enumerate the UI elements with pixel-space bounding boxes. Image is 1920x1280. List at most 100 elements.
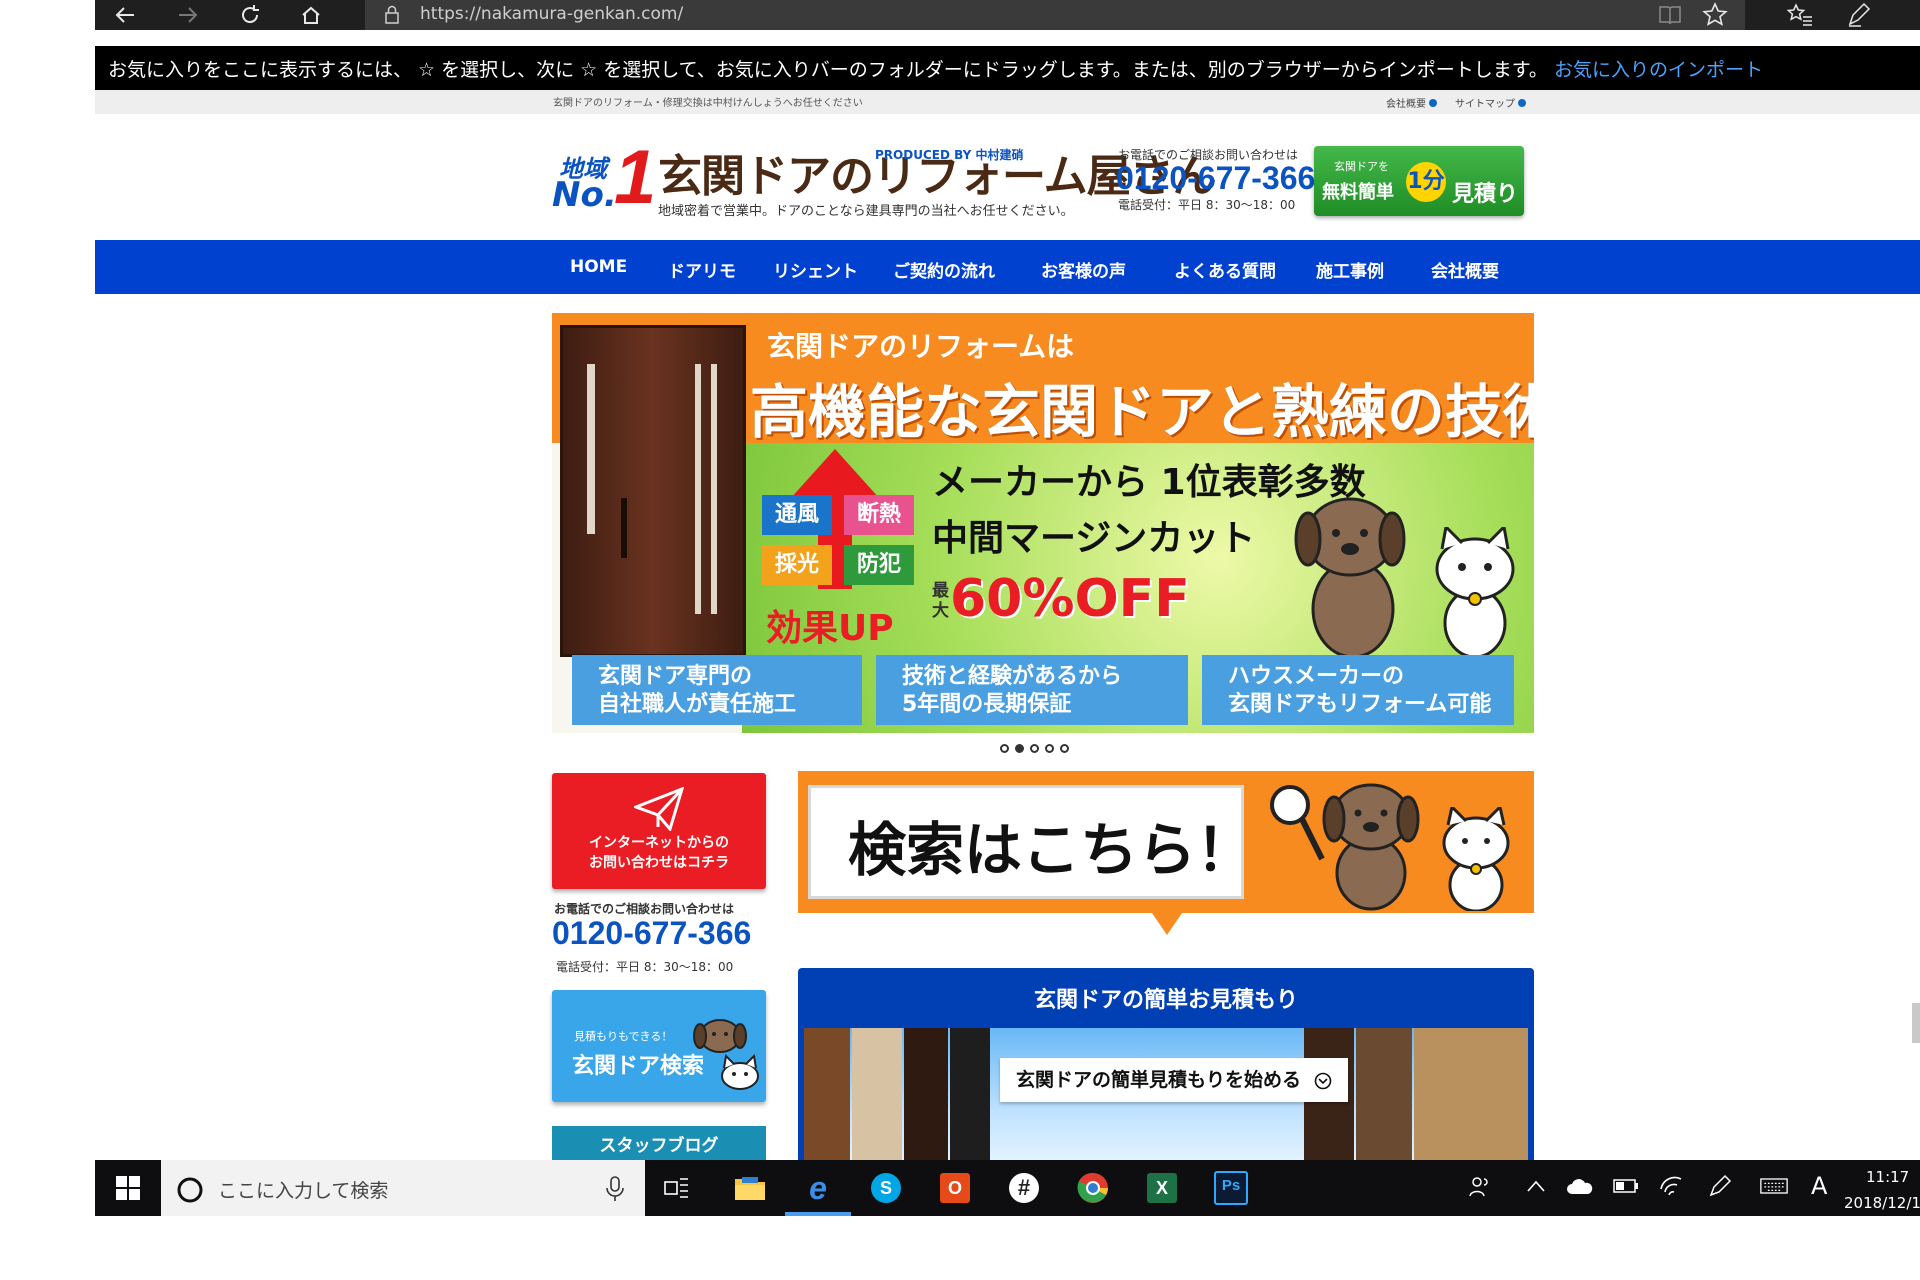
internet-contact-button[interactable]: インターネットからの お問い合わせはコチラ [552, 773, 766, 889]
reading-view-icon[interactable] [1658, 4, 1682, 26]
carousel-dot[interactable] [1060, 744, 1069, 753]
search-banner-pointer [1152, 913, 1182, 935]
start-estimate-label: 玄関ドアの簡単見積もりを始める [1016, 1069, 1302, 1091]
estimate-small-label: 玄関ドアを [1334, 160, 1389, 173]
door-search-button[interactable]: 見積もりもできる！ 玄関ドア検索 [552, 990, 766, 1102]
office-button[interactable]: O [933, 1166, 977, 1210]
logo-number-one: 1 [614, 135, 657, 220]
skype-button[interactable]: S [864, 1166, 908, 1210]
office-icon: O [940, 1173, 970, 1203]
nav-doarimo[interactable]: ドアリモ [668, 257, 736, 282]
free-estimate-button[interactable]: 玄関ドアを 無料簡単 1分 見積り [1314, 146, 1524, 216]
pen-notes-icon[interactable] [1846, 2, 1872, 28]
skype-icon: S [871, 1173, 901, 1203]
nav-home[interactable]: HOME [570, 257, 627, 277]
hero-margin-cut: 中間マージンカット [932, 518, 1256, 559]
chevron-up-icon[interactable] [1522, 1172, 1550, 1200]
door-sample [1356, 1028, 1412, 1168]
import-favorites-link[interactable]: お気に入りのインポート [1554, 59, 1763, 81]
carousel-dot[interactable] [1000, 744, 1009, 753]
company-info-link-label: 会社概要 [1386, 99, 1426, 110]
back-arrow-icon [115, 7, 134, 23]
tag-security: 防犯 [844, 545, 914, 585]
dog-mascot-icon [1316, 777, 1426, 911]
favorites-hint: お気に入りをここに表示するには、 ☆ を選択し、次に ☆ を選択して、お気に入り… [108, 55, 1763, 82]
start-button[interactable] [95, 1160, 161, 1216]
onedrive-cloud-icon[interactable] [1566, 1172, 1594, 1200]
home-button[interactable] [291, 0, 331, 30]
slack-button[interactable]: # [1002, 1166, 1046, 1210]
company-info-link[interactable]: 会社概要 [1386, 95, 1437, 110]
door-sample [904, 1028, 948, 1168]
header-phone-hours: 電話受付：平日 8：30〜18：00 [1118, 198, 1296, 212]
nav-contract-flow[interactable]: ご契約の流れ [893, 257, 995, 282]
battery-icon[interactable] [1612, 1172, 1640, 1200]
pen-workspace-icon[interactable] [1706, 1172, 1734, 1200]
file-explorer-button[interactable] [728, 1166, 772, 1210]
touch-keyboard-icon[interactable] [1760, 1172, 1788, 1200]
carousel-dots [1000, 744, 1069, 753]
nav-recent[interactable]: リシェント [773, 257, 858, 282]
sitemap-link-label: サイトマップ [1455, 99, 1515, 110]
carousel-dot[interactable] [1045, 744, 1054, 753]
easy-estimate-panel: 玄関ドアの簡単お見積もり 玄関ドアの簡単見積もりを始める [798, 968, 1534, 1168]
door-sample [950, 1028, 990, 1168]
taskbar-clock-time[interactable]: 11:17 [1866, 1168, 1909, 1186]
ime-indicator[interactable]: A [1811, 1172, 1827, 1200]
circle-arrow-icon [1429, 98, 1437, 107]
dog-mascot-icon [1288, 489, 1418, 659]
excel-button[interactable]: X [1140, 1166, 1184, 1210]
task-view-icon [664, 1178, 688, 1198]
photoshop-icon: Ps [1214, 1171, 1248, 1205]
start-estimate-button[interactable]: 玄関ドアの簡単見積もりを始める [1000, 1058, 1348, 1102]
site-top-strip [95, 90, 1920, 114]
photoshop-button[interactable]: Ps [1209, 1166, 1253, 1210]
chevron-down-circle-icon [1314, 1072, 1332, 1090]
page-scrollbar[interactable] [1912, 1003, 1920, 1043]
refresh-button[interactable] [230, 0, 270, 30]
hero-discount: 60%OFF [950, 569, 1190, 629]
feature-1-line-1: 玄関ドア専門の [598, 664, 753, 689]
estimate-end-label: 見積り [1452, 182, 1519, 207]
tag-ventilation: 通風 [762, 495, 832, 535]
forward-button[interactable] [168, 0, 208, 30]
task-view-button[interactable] [655, 1166, 699, 1210]
url-text[interactable]: https://nakamura-genkan.com/ [420, 4, 683, 24]
taskbar-search-placeholder[interactable]: ここに入力して検索 [218, 1176, 388, 1203]
door-image [560, 325, 746, 657]
carousel-dot[interactable] [1030, 744, 1039, 753]
home-icon [302, 6, 320, 24]
carousel-dot[interactable] [1015, 744, 1024, 753]
taskbar-clock-date[interactable]: 2018/12/1 [1844, 1194, 1920, 1212]
sitemap-link[interactable]: サイトマップ [1455, 95, 1526, 110]
wifi-icon[interactable] [1657, 1172, 1685, 1200]
door-handle [621, 498, 627, 558]
edge-icon: e [809, 1170, 827, 1206]
microphone-icon[interactable] [605, 1176, 625, 1202]
search-banner[interactable]: 検索はこちら！ [798, 771, 1534, 913]
sidebar-phone-hours: 電話受付：平日 8：30〜18：00 [556, 960, 734, 974]
paper-plane-icon [634, 787, 684, 831]
nav-case-studies[interactable]: 施工事例 [1316, 257, 1384, 282]
nav-company[interactable]: 会社概要 [1431, 257, 1499, 282]
dog-mascot-icon [692, 1014, 748, 1054]
hero-feature-box-1: 玄関ドア専門の 自社職人が責任施工 [572, 655, 862, 725]
header-phone-number[interactable]: 0120-677-366 [1116, 160, 1315, 197]
hero-banner[interactable]: 玄関ドアのリフォームは 高機能な玄関ドアと熟練の技術で 通風 断熱 採光 防犯 … [552, 313, 1534, 733]
active-app-indicator [785, 1212, 851, 1216]
slack-icon: # [1009, 1173, 1039, 1203]
chrome-button[interactable] [1071, 1166, 1115, 1210]
favorites-hub-icon[interactable] [1786, 2, 1814, 28]
nav-faq[interactable]: よくある質問 [1174, 257, 1276, 282]
add-favorite-star-icon[interactable] [1702, 2, 1728, 28]
forward-arrow-icon [179, 7, 198, 23]
edge-browser-button[interactable]: e [796, 1166, 840, 1210]
nav-customer-voice[interactable]: お客様の声 [1041, 257, 1126, 282]
feature-3-line-2: 玄関ドアもリフォーム可能 [1228, 692, 1492, 717]
sidebar-phone-number[interactable]: 0120-677-366 [552, 915, 751, 952]
logo-subtitle: 地域密着で営業中。ドアのことなら建具専門の当社へお任せください。 [658, 204, 1074, 219]
hero-headline-2: 高機能な玄関ドアと熟練の技術で [750, 378, 1534, 446]
people-icon[interactable] [1466, 1172, 1494, 1200]
back-button[interactable] [105, 0, 145, 30]
door-sample [1414, 1028, 1528, 1168]
